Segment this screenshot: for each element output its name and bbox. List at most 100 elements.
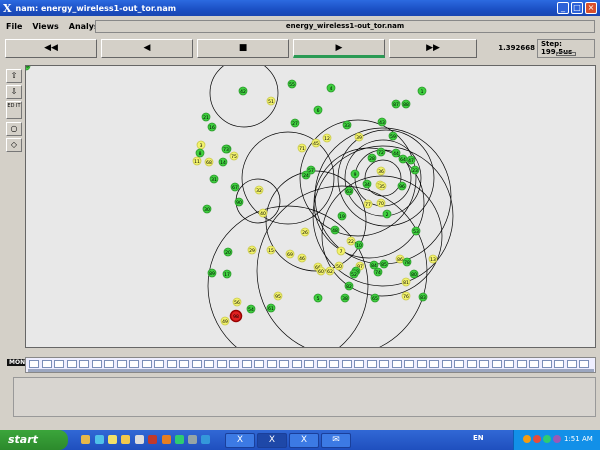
network-node[interactable]: 53 [411, 226, 421, 236]
timeline-cell[interactable] [154, 360, 164, 368]
network-node[interactable]: 48 [330, 225, 340, 235]
timeline-cell[interactable] [91, 360, 102, 368]
timeline-cell[interactable] [266, 360, 277, 368]
network-node[interactable]: 2 [382, 209, 392, 219]
timeline-cell[interactable] [441, 360, 452, 368]
network-node[interactable]: 17 [222, 269, 232, 279]
step-slider[interactable] [556, 52, 576, 56]
timeline-cell[interactable] [166, 360, 177, 368]
tray-icon[interactable] [523, 435, 531, 443]
network-node[interactable]: 43 [377, 117, 387, 127]
network-node[interactable]: 87 [391, 99, 401, 109]
quicklaunch-icon[interactable] [201, 435, 210, 444]
network-node[interactable]: 34 [362, 179, 372, 189]
timeline-cell[interactable] [529, 360, 539, 368]
edit-button[interactable]: ED IT [6, 101, 22, 119]
quicklaunch-icon[interactable] [148, 435, 157, 444]
taskbar-window-mail[interactable]: ✉ [321, 433, 351, 448]
network-node[interactable]: 77 [363, 199, 373, 209]
network-node[interactable]: 80 [409, 269, 419, 279]
quicklaunch-icon[interactable] [188, 435, 197, 444]
menu-file[interactable]: File [6, 22, 22, 31]
timeline-cell[interactable] [504, 360, 514, 368]
network-node[interactable]: 73 [221, 144, 231, 154]
quicklaunch-icon[interactable] [162, 435, 171, 444]
network-node[interactable]: 42 [238, 86, 248, 96]
taskbar-window-x2[interactable]: X [257, 433, 287, 448]
taskbar-window-x1[interactable]: X [225, 433, 255, 448]
timeline-cell[interactable] [116, 360, 127, 368]
timeline-cell[interactable] [291, 360, 302, 368]
network-node[interactable]: 63 [344, 186, 354, 196]
network-node[interactable]: 71 [297, 143, 307, 153]
timeline-cell[interactable] [79, 360, 89, 368]
close-button[interactable]: × [585, 2, 597, 14]
timeline-cell[interactable] [104, 360, 114, 368]
timeline-cell[interactable] [541, 360, 552, 368]
network-node[interactable]: 55 [287, 79, 297, 89]
network-node[interactable]: 72 [376, 147, 386, 157]
network-node[interactable]: 19 [337, 211, 347, 221]
network-node[interactable]: 30 [202, 204, 212, 214]
quicklaunch-icon[interactable] [95, 435, 104, 444]
language-indicator[interactable]: EN [473, 434, 484, 442]
network-node[interactable]: 38 [340, 293, 350, 303]
timeline-cell[interactable] [66, 360, 77, 368]
zoom-out-button[interactable]: ⇩ [6, 85, 22, 99]
tray-icon[interactable] [553, 435, 561, 443]
network-node[interactable]: 16 [207, 122, 217, 132]
network-canvas[interactable]: 4251554121166878833432739124559913875113… [25, 65, 596, 348]
network-node[interactable]: 31 [209, 174, 219, 184]
network-topology-svg[interactable]: 4251554121166878833432739124559913875113… [26, 66, 596, 348]
timeline-cell[interactable] [304, 360, 314, 368]
step-control[interactable]: Step: 199.5us [537, 39, 595, 58]
network-node[interactable]: 14 [218, 157, 228, 167]
network-node[interactable]: 61 [266, 303, 276, 313]
network-node[interactable]: 84 [369, 260, 379, 270]
network-node[interactable]: 56 [232, 297, 242, 307]
network-node[interactable]: 32 [254, 185, 264, 195]
rewind-button[interactable]: ◀◀ [5, 39, 97, 58]
network-node[interactable]: 10 [354, 240, 364, 250]
network-node[interactable]: 50 [334, 261, 344, 271]
network-node[interactable]: 64 [398, 154, 408, 164]
stop-button[interactable]: ■ [197, 39, 289, 58]
timeline-cell[interactable] [216, 360, 227, 368]
network-node[interactable]: 95 [273, 291, 283, 301]
network-node[interactable]: 60 [316, 266, 326, 276]
diamond-tool-button[interactable]: ◇ [6, 138, 22, 152]
network-node[interactable]: 90 [234, 197, 244, 207]
timeline-cell[interactable] [391, 360, 402, 368]
timeline-cell[interactable] [179, 360, 189, 368]
network-node[interactable]: 44 [391, 148, 401, 158]
network-node[interactable]: 68 [204, 157, 214, 167]
network-node[interactable]: 98 [229, 309, 243, 323]
network-node[interactable]: 23 [410, 165, 420, 175]
timeline-cell[interactable] [491, 360, 502, 368]
timeline-cell[interactable] [204, 360, 214, 368]
timeline-cell[interactable] [41, 360, 52, 368]
network-node[interactable]: 5 [313, 293, 323, 303]
network-node[interactable]: 67 [230, 182, 240, 192]
network-node[interactable]: 15 [266, 245, 276, 255]
network-node[interactable]: 35 [377, 181, 387, 191]
timeline-cell[interactable] [141, 360, 152, 368]
timeline-cell[interactable] [129, 360, 139, 368]
timeline-track[interactable] [28, 369, 594, 372]
minimize-button[interactable]: _ [557, 2, 569, 14]
step-back-button[interactable]: ◀ [101, 39, 193, 58]
network-node[interactable]: 54 [246, 304, 256, 314]
tray-icon[interactable] [543, 435, 551, 443]
timeline-cell[interactable] [254, 360, 264, 368]
taskbar-window-x3[interactable]: X [289, 433, 319, 448]
zoom-in-button[interactable]: ⇧ [6, 69, 22, 83]
network-node[interactable]: 33 [342, 120, 352, 130]
quicklaunch-icon[interactable] [108, 435, 117, 444]
network-node[interactable]: 45 [311, 138, 321, 148]
network-node[interactable]: 82 [344, 281, 354, 291]
timeline-cell[interactable] [404, 360, 414, 368]
network-node[interactable]: 88 [401, 99, 411, 109]
start-button[interactable]: start [0, 430, 68, 450]
timeline-cell[interactable] [229, 360, 239, 368]
network-node[interactable]: 39 [354, 132, 364, 142]
